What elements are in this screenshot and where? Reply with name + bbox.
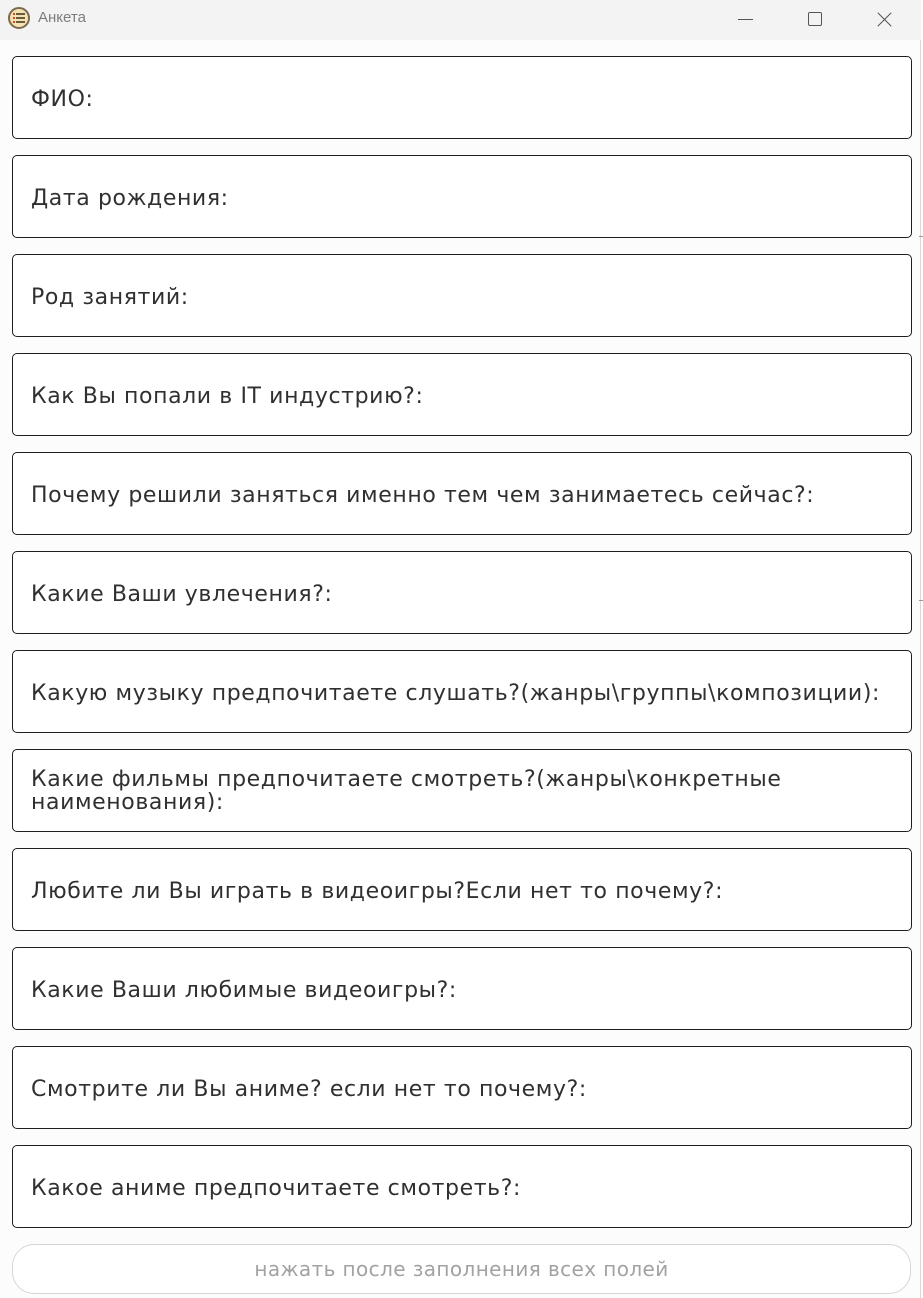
field-it-entry[interactable]: Как Вы попали в IT индустрию?: — [12, 353, 912, 436]
minimize-button[interactable] — [710, 0, 780, 38]
maximize-button[interactable] — [780, 0, 850, 38]
field-label: Какие фильмы предпочитаете смотреть?(жан… — [31, 766, 790, 815]
field-favorite-videogames[interactable]: Какие Ваши любимые видеоигры?: — [12, 947, 912, 1030]
window-edge-artifact — [919, 236, 923, 237]
app-notebook-icon — [8, 7, 30, 29]
field-movies[interactable]: Какие фильмы предпочитаете смотреть?(жан… — [12, 749, 912, 832]
maximize-icon — [808, 12, 822, 26]
field-videogames-like[interactable]: Любите ли Вы играть в видеоигры?Если нет… — [12, 848, 912, 931]
field-label: Почему решили заняться именно тем чем за… — [31, 483, 815, 508]
field-music[interactable]: Какую музыку предпочитаете слушать?(жанр… — [12, 650, 912, 733]
questionnaire-window: Анкета ФИО: Дата рождения: Род занятий: … — [0, 0, 921, 1298]
minimize-icon — [737, 18, 753, 20]
field-label: Какие Ваши увлечения?: — [31, 582, 333, 607]
field-full-name[interactable]: ФИО: — [12, 56, 912, 139]
field-anime-watch[interactable]: Смотрите ли Вы аниме? если нет то почему… — [12, 1046, 912, 1129]
title-bar[interactable]: Анкета — [0, 0, 921, 40]
close-button[interactable] — [850, 0, 920, 38]
submit-button-label: нажать после заполнения всех полей — [254, 1257, 669, 1281]
field-hobbies[interactable]: Какие Ваши увлечения?: — [12, 551, 912, 634]
field-label: Какие Ваши любимые видеоигры?: — [31, 978, 457, 1003]
field-label: Род занятий: — [31, 285, 189, 310]
window-title: Анкета — [38, 9, 86, 26]
field-label: Смотрите ли Вы аниме? если нет то почему… — [31, 1077, 587, 1102]
field-label: Дата рождения: — [31, 186, 229, 211]
submit-button[interactable]: нажать после заполнения всех полей — [12, 1244, 911, 1294]
field-why-current-work[interactable]: Почему решили заняться именно тем чем за… — [12, 452, 912, 535]
field-label: Любите ли Вы играть в видеоигры?Если нет… — [31, 879, 724, 904]
field-birth-date[interactable]: Дата рождения: — [12, 155, 912, 238]
field-label: Какое аниме предпочитаете смотреть?: — [31, 1176, 522, 1201]
close-icon — [877, 11, 893, 27]
field-anime-preference[interactable]: Какое аниме предпочитаете смотреть?: — [12, 1145, 912, 1228]
field-occupation[interactable]: Род занятий: — [12, 254, 912, 337]
window-edge-artifact — [919, 600, 923, 601]
field-label: ФИО: — [31, 87, 94, 112]
field-label: Какую музыку предпочитаете слушать?(жанр… — [31, 681, 881, 706]
field-label: Как Вы попали в IT индустрию?: — [31, 384, 424, 409]
